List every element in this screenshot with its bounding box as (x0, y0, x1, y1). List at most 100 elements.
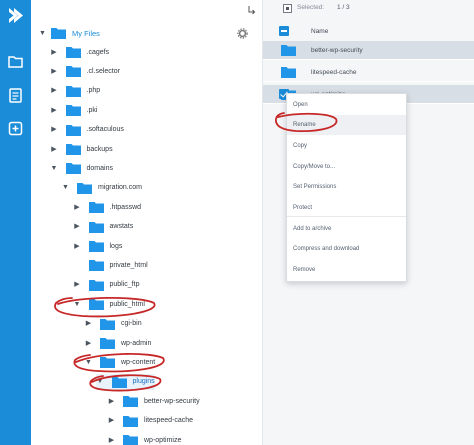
file-row[interactable]: litespeed-cache (263, 63, 474, 82)
folder-icon (281, 45, 296, 56)
tree-item[interactable]: ▶ .softaculous (50, 122, 124, 138)
file-name: litespeed-cache (311, 68, 357, 76)
caret-down-icon[interactable]: ▼ (61, 183, 70, 192)
tree-root-label: My Files (72, 28, 100, 38)
tree-item[interactable]: ▶ litespeed-cache (107, 413, 193, 429)
folder-icon (88, 202, 104, 214)
menu-item-rename[interactable]: Rename (287, 115, 406, 135)
tree-item-label: private_html (109, 261, 148, 269)
folder-icon (88, 260, 104, 272)
tree-item[interactable]: ▶ logs (73, 238, 122, 254)
tree-item-label: .php (86, 87, 101, 95)
tree-item[interactable]: ▶ awstats (73, 219, 134, 235)
caret-right-icon[interactable]: ▶ (73, 222, 82, 231)
gear-icon[interactable] (237, 28, 248, 39)
menu-item-set-permissions[interactable]: Set Permissions (287, 177, 406, 197)
tree-item-label: .htpasswd (109, 203, 142, 211)
column-name[interactable]: Name (311, 28, 328, 35)
caret-right-icon[interactable]: ▶ (50, 86, 59, 95)
tree-root[interactable]: ▼ My Files (38, 25, 100, 41)
caret-right-icon[interactable]: ▶ (84, 319, 93, 328)
app-sidebar (0, 0, 31, 445)
folder-icon (123, 396, 138, 408)
caret-right-icon[interactable]: ▶ (50, 48, 59, 57)
caret-right-icon[interactable]: ▶ (107, 397, 116, 406)
folder-icon (65, 66, 81, 78)
folder-icon (88, 221, 104, 233)
caret-down-icon[interactable]: ▼ (96, 377, 105, 386)
folder-icon (65, 47, 81, 58)
tree-item[interactable]: private_html (73, 257, 148, 273)
folder-icon (51, 28, 66, 39)
tree-item[interactable]: ▶ .cagefs (50, 44, 109, 60)
tree-item-label: awstats (109, 223, 134, 231)
caret-right-icon[interactable]: ▶ (107, 416, 116, 425)
tree-item-label: migration.com (98, 184, 142, 192)
folder-icon (100, 318, 115, 330)
menu-item-compress-and-download[interactable]: Compress and download (287, 239, 406, 259)
caret-spacer[interactable] (73, 261, 82, 270)
menu-divider (287, 216, 406, 217)
document-icon[interactable] (5, 85, 26, 106)
caret-down-icon[interactable]: ▼ (38, 29, 47, 38)
folder-icon[interactable] (5, 51, 26, 72)
folder-icon (100, 357, 115, 369)
folder-icon (123, 435, 138, 445)
tree-item[interactable]: ▼ migration.com (61, 180, 142, 196)
tree-item-label: backups (86, 145, 113, 153)
caret-right-icon[interactable]: ▶ (73, 203, 82, 212)
add-icon[interactable] (5, 118, 26, 139)
caret-right-icon[interactable]: ▶ (107, 436, 116, 445)
tree-item-label: wp-optimize (144, 436, 182, 444)
context-menu: Open Rename Copy Copy/Move to... Set Permiss… (286, 93, 407, 282)
caret-down-icon[interactable]: ▼ (73, 300, 82, 309)
folder-icon (88, 299, 104, 311)
logo-icon[interactable] (5, 5, 26, 26)
tree-item[interactable]: ▶ wp-admin (84, 335, 151, 351)
tree-item[interactable]: ▼ public_html (73, 296, 145, 312)
tree-item[interactable]: ▼ plugins (95, 373, 155, 390)
folder-icon (123, 415, 138, 427)
caret-right-icon[interactable]: ▶ (50, 106, 59, 115)
folder-icon (77, 182, 92, 194)
caret-down-icon[interactable]: ▼ (50, 164, 59, 173)
tree-item[interactable]: ▶ public_ftp (73, 277, 139, 293)
menu-item-remove[interactable]: Remove (287, 260, 406, 280)
menu-item-copy-move-to[interactable]: Copy/Move to... (287, 157, 406, 177)
tree-item[interactable]: ▶ .pki (50, 102, 97, 118)
folder-icon (88, 241, 104, 252)
folder-icon (88, 279, 104, 291)
tree-item-label: wp-content (121, 358, 156, 366)
caret-right-icon[interactable]: ▶ (73, 242, 82, 251)
tree-item[interactable]: ▶ better-wp-security (107, 393, 200, 409)
file-row[interactable]: better-wp-security (263, 41, 474, 60)
tree-item[interactable]: ▼ domains (50, 160, 113, 176)
tree-item[interactable]: ▶ .cl.selector (50, 63, 120, 79)
menu-item-protect[interactable]: Protect (287, 198, 406, 218)
folder-icon (111, 376, 127, 388)
tree-item[interactable]: ▼ wp-content (84, 354, 155, 370)
tree-item[interactable]: ▶ wp-optimize (107, 432, 181, 445)
caret-right-icon[interactable]: ▶ (50, 145, 59, 154)
tree-item[interactable]: ▶ cgi-bin (84, 316, 142, 332)
tree-item[interactable]: ▶ backups (50, 141, 113, 157)
menu-item-copy[interactable]: Copy (287, 136, 406, 156)
caret-right-icon[interactable]: ▶ (84, 339, 93, 348)
header-checkbox[interactable] (279, 26, 289, 36)
caret-down-icon[interactable]: ▼ (84, 358, 93, 367)
tree-item-label: .softaculous (86, 126, 124, 134)
caret-right-icon[interactable]: ▶ (50, 67, 59, 76)
menu-item-open[interactable]: Open (287, 95, 406, 115)
menu-item-add-to-archive[interactable]: Add to archive (287, 219, 406, 239)
tree-item[interactable]: ▶ .htpasswd (73, 199, 142, 215)
folder-icon (281, 67, 296, 78)
selection-bar: Selected: 1 / 3 (263, 0, 474, 18)
caret-right-icon[interactable]: ▶ (50, 125, 59, 134)
select-all-checkbox[interactable] (283, 4, 292, 13)
folder-icon (65, 163, 81, 175)
caret-right-icon[interactable]: ▶ (73, 280, 82, 289)
tree-item[interactable]: ▶ .php (50, 83, 101, 99)
tree-item-label: plugins (132, 378, 155, 386)
tree-item-label: wp-admin (121, 339, 152, 347)
return-arrow-icon[interactable] (246, 5, 256, 17)
